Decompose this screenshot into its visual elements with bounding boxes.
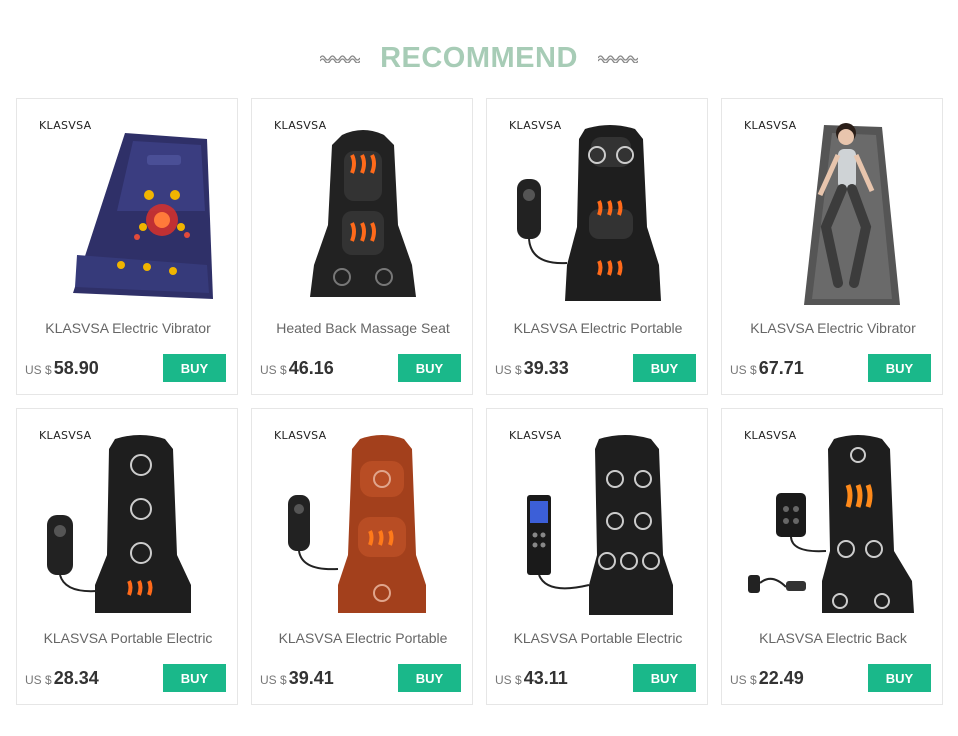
buy-button[interactable]: BUY xyxy=(163,354,226,382)
price-value: 22.49 xyxy=(758,668,804,688)
product-grid: KLASVSA KLASVSA Electric Vibrator US $58… xyxy=(16,98,943,705)
currency-label: US $ xyxy=(730,673,757,687)
product-card[interactable]: KLASVSA Heated Back Massage Seat US $46.… xyxy=(251,98,473,395)
buy-button[interactable]: BUY xyxy=(398,354,461,382)
seat-massager-image[interactable] xyxy=(272,115,454,311)
brand-label: KLASVSA xyxy=(744,119,797,132)
buy-button[interactable]: BUY xyxy=(868,354,931,382)
product-name[interactable]: KLASVSA Electric Back xyxy=(722,629,942,649)
buy-button[interactable]: BUY xyxy=(868,664,931,692)
currency-label: US $ xyxy=(495,363,522,377)
seat-massager-remote-image[interactable] xyxy=(37,425,219,621)
price-value: 67.71 xyxy=(758,358,804,378)
product-name[interactable]: KLASVSA Electric Portable xyxy=(487,319,707,339)
product-price: US $46.16 xyxy=(260,358,334,379)
product-card[interactable]: KLASVSA KLASVSA Electric Portable US $39… xyxy=(251,408,473,705)
buy-button[interactable]: BUY xyxy=(398,664,461,692)
product-price: US $43.11 xyxy=(495,668,568,689)
product-name[interactable]: KLASVSA Electric Vibrator xyxy=(17,319,237,339)
product-price: US $67.71 xyxy=(730,358,804,379)
product-card[interactable]: KLASVSA KLASVSA Portable Electric US $43… xyxy=(486,408,708,705)
product-price: US $58.90 xyxy=(25,358,99,379)
price-value: 58.90 xyxy=(53,358,99,378)
currency-label: US $ xyxy=(260,673,287,687)
price-value: 39.41 xyxy=(288,668,334,688)
price-value: 28.34 xyxy=(53,668,99,688)
product-price: US $28.34 xyxy=(25,668,99,689)
brown-seat-massager-image[interactable] xyxy=(272,425,454,621)
product-card[interactable]: KLASVSA KLASVSA Electric Vibrator US $58… xyxy=(16,98,238,395)
product-card[interactable]: KLASVSA KLASVSA Electric Back US $22.49 … xyxy=(721,408,943,705)
brand-label: KLASVSA xyxy=(39,119,92,132)
product-card[interactable]: KLASVSA KLASVSA Electric Portable US $39… xyxy=(486,98,708,395)
wave-decoration-icon xyxy=(320,55,361,63)
buy-button[interactable]: BUY xyxy=(163,664,226,692)
seat-massager-lcd-remote-image[interactable] xyxy=(507,425,689,621)
seat-massager-adapter-image[interactable] xyxy=(742,425,924,621)
brand-label: KLASVSA xyxy=(744,429,797,442)
product-card[interactable]: KLASVSA KLASVSA Portable Electric US $28… xyxy=(16,408,238,705)
mattress-massager-image[interactable] xyxy=(37,115,219,311)
brand-label: KLASVSA xyxy=(509,429,562,442)
product-name[interactable]: KLASVSA Electric Vibrator xyxy=(722,319,942,339)
product-price: US $39.41 xyxy=(260,668,334,689)
seat-massager-remote-image[interactable] xyxy=(507,115,689,311)
product-name[interactable]: KLASVSA Portable Electric xyxy=(487,629,707,649)
brand-label: KLASVSA xyxy=(39,429,92,442)
product-price: US $22.49 xyxy=(730,668,804,689)
section-header: RECOMMEND xyxy=(0,38,958,78)
product-name[interactable]: KLASVSA Portable Electric xyxy=(17,629,237,649)
price-value: 39.33 xyxy=(523,358,569,378)
brand-label: KLASVSA xyxy=(509,119,562,132)
wave-decoration-icon xyxy=(597,55,638,63)
product-card[interactable]: KLASVSA KLASVSA Electric Vibrator US $67… xyxy=(721,98,943,395)
section-title: RECOMMEND xyxy=(380,41,578,74)
buy-button[interactable]: BUY xyxy=(633,354,696,382)
currency-label: US $ xyxy=(25,673,52,687)
currency-label: US $ xyxy=(25,363,52,377)
price-value: 46.16 xyxy=(288,358,334,378)
price-value: 43.11 xyxy=(523,668,568,688)
brand-label: KLASVSA xyxy=(274,429,327,442)
product-price: US $39.33 xyxy=(495,358,569,379)
brand-label: KLASVSA xyxy=(274,119,327,132)
currency-label: US $ xyxy=(730,363,757,377)
currency-label: US $ xyxy=(260,363,287,377)
currency-label: US $ xyxy=(495,673,522,687)
product-name[interactable]: KLASVSA Electric Portable xyxy=(252,629,472,649)
buy-button[interactable]: BUY xyxy=(633,664,696,692)
product-name[interactable]: Heated Back Massage Seat xyxy=(252,319,472,339)
mattress-with-woman-image[interactable] xyxy=(742,115,924,311)
